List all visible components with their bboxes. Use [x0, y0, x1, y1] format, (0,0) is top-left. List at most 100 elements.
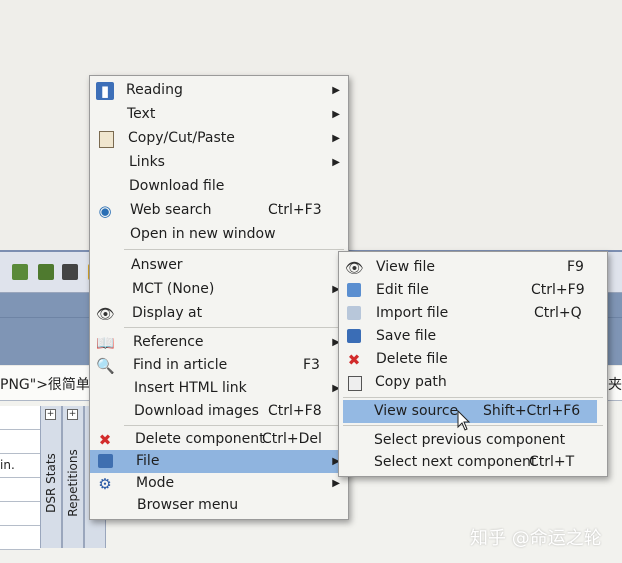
menu-item-label: View file [376, 259, 435, 275]
menu-item-label: Select previous component [374, 432, 566, 448]
import-file-icon [347, 306, 361, 320]
menu-item-label: Display at [132, 305, 203, 321]
menu-item-find-in-article[interactable]: 🔍 Find in article F3 [90, 354, 348, 377]
column-repetitions[interactable]: + Repetitions [62, 406, 84, 548]
menu-item-shortcut: Ctrl+Q [534, 305, 582, 321]
menu-item-reference[interactable]: 📖 Reference ▶ [90, 331, 348, 354]
menu-item-label: Import file [376, 305, 449, 321]
element-grid: in. [0, 406, 40, 550]
menu-item-label: Save file [376, 328, 437, 344]
menu-separator [343, 425, 603, 426]
menu-item-open-new-window[interactable]: Open in new window [90, 223, 348, 246]
eye-icon: 👁 [345, 259, 365, 277]
submenu-item-select-previous[interactable]: Select previous component [339, 429, 607, 452]
edit-file-icon [347, 283, 361, 297]
grid-row [0, 502, 40, 526]
submenu-arrow-icon: ▶ [332, 109, 340, 120]
mode-icon: ⚙ [98, 475, 112, 493]
menu-item-copy-cut-paste[interactable]: Copy/Cut/Paste ▶ [90, 127, 348, 150]
menu-item-answer[interactable]: Answer [90, 254, 348, 277]
menu-item-label: Reading [126, 82, 183, 98]
expand-icon[interactable]: + [67, 409, 78, 420]
menu-separator [124, 327, 344, 328]
grid-row [0, 406, 40, 430]
submenu-item-edit-file[interactable]: Edit file Ctrl+F9 [339, 279, 607, 302]
save-icon [347, 329, 361, 343]
expand-icon[interactable]: + [45, 409, 56, 420]
menu-separator [343, 397, 603, 398]
menu-item-label: Download images [134, 403, 259, 419]
menu-item-links[interactable]: Links ▶ [90, 151, 348, 174]
menu-item-file[interactable]: File ▶ [90, 450, 348, 473]
find-icon: 🔍 [96, 357, 115, 375]
grid-row: in. [0, 454, 40, 478]
menu-item-label: Delete file [376, 351, 448, 367]
menu-item-label: File [136, 453, 160, 469]
menu-item-mct[interactable]: MCT (None) ▶ [90, 278, 348, 301]
menu-item-web-search[interactable]: ◉ Web search Ctrl+F3 [90, 199, 348, 222]
column-label: Repetitions [66, 449, 80, 517]
column-dsr-stats[interactable]: + DSR Stats [40, 406, 62, 548]
magnifier-globe-icon: ◉ [98, 202, 112, 220]
eye-icon: 👁 [96, 305, 116, 323]
menu-item-shortcut: Ctrl+F9 [531, 282, 585, 298]
menu-item-mode[interactable]: ⚙ Mode ▶ [90, 472, 348, 495]
submenu-item-save-file[interactable]: Save file [339, 325, 607, 348]
menu-item-label: Mode [136, 475, 175, 491]
menu-item-label: Browser menu [137, 497, 239, 513]
toolbar-icon[interactable] [12, 264, 28, 280]
mouse-cursor-icon [457, 410, 471, 431]
book-icon: ▮ [96, 82, 114, 100]
clipboard-icon[interactable] [38, 264, 54, 280]
menu-item-label: Copy path [375, 374, 447, 390]
menu-item-browser-menu[interactable]: Browser menu [90, 494, 348, 517]
submenu-item-copy-path[interactable]: Copy path [339, 371, 607, 394]
menu-item-label: Links [129, 154, 165, 170]
submenu-arrow-icon: ▶ [332, 85, 340, 96]
submenu-item-select-next[interactable]: Select next component Ctrl+T [339, 451, 607, 474]
copy-path-icon [348, 376, 362, 391]
menu-item-download-file[interactable]: Download file [90, 175, 348, 198]
submenu-arrow-icon: ▶ [332, 478, 340, 489]
menu-item-label: Text [127, 106, 156, 122]
submenu-item-delete-file[interactable]: ✖ Delete file [339, 348, 607, 371]
document-icon[interactable] [62, 264, 78, 280]
menu-item-delete-component[interactable]: ✖ Delete component Ctrl+Del [90, 428, 348, 451]
menu-item-label: Delete component [135, 431, 265, 447]
menu-item-shortcut: Ctrl+T [529, 454, 575, 470]
grid-row [0, 478, 40, 502]
open-book-icon: 📖 [96, 334, 115, 352]
file-icon [98, 454, 113, 468]
submenu-arrow-icon: ▶ [332, 157, 340, 168]
menu-item-display-at[interactable]: 👁 Display at [90, 302, 348, 325]
menu-item-label: Edit file [376, 282, 429, 298]
menu-item-shortcut: F3 [303, 357, 320, 373]
watermark: 知乎 @命运之轮 [470, 528, 602, 549]
context-menu: ▮ Reading ▶ Text ▶ Copy/Cut/Paste ▶ Link… [89, 75, 349, 520]
clipboard-icon [99, 131, 114, 148]
menu-item-shortcut: Shift+Ctrl+F6 [483, 403, 581, 419]
menu-item-label: View source [374, 403, 459, 419]
grid-row [0, 430, 40, 454]
menu-item-label: Web search [130, 202, 212, 218]
menu-item-label: Answer [131, 257, 183, 273]
file-submenu: 👁 View file F9 Edit file Ctrl+F9 Import … [338, 251, 608, 477]
red-x-icon: ✖ [347, 351, 361, 369]
menu-item-insert-html-link[interactable]: Insert HTML link ▶ [90, 377, 348, 400]
menu-item-text[interactable]: Text ▶ [90, 103, 348, 126]
submenu-item-import-file[interactable]: Import file Ctrl+Q [339, 302, 607, 325]
submenu-item-view-file[interactable]: 👁 View file F9 [339, 256, 607, 279]
menu-item-label: Reference [133, 334, 204, 350]
menu-item-shortcut: F9 [567, 259, 584, 275]
red-x-icon: ✖ [98, 431, 112, 449]
menu-item-download-images[interactable]: Download images Ctrl+F8 [90, 400, 348, 423]
menu-item-shortcut: Ctrl+F8 [268, 403, 322, 419]
menu-item-label: Copy/Cut/Paste [128, 130, 235, 146]
menu-item-label: MCT (None) [132, 281, 215, 297]
menu-item-reading[interactable]: ▮ Reading ▶ [90, 79, 348, 102]
menu-item-label: Download file [129, 178, 225, 194]
menu-item-label: Find in article [133, 357, 228, 373]
menu-separator [124, 249, 344, 250]
submenu-arrow-icon: ▶ [332, 133, 340, 144]
menu-item-label: Insert HTML link [134, 380, 247, 396]
